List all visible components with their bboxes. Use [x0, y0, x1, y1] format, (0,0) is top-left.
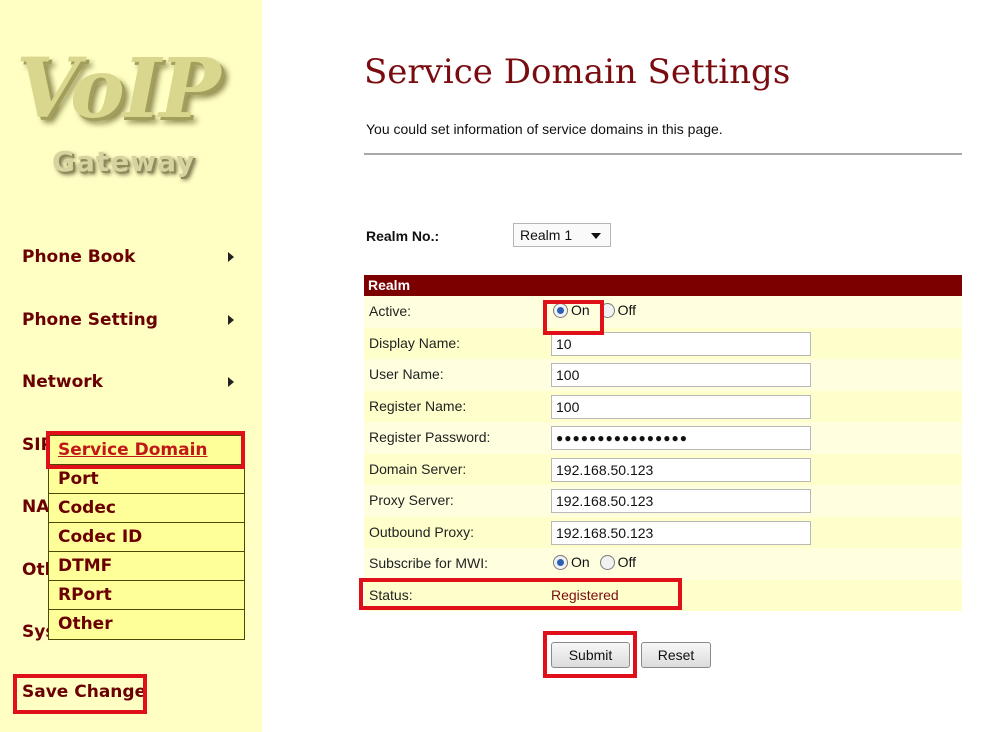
- menu-item-phone-setting[interactable]: Phone Setting: [22, 308, 240, 332]
- subscribe-mwi-label: Subscribe for MWI:: [369, 555, 489, 571]
- arrow-right-icon: [228, 377, 234, 387]
- display-name-input[interactable]: 10: [551, 331, 811, 356]
- chevron-down-icon: [591, 233, 601, 239]
- domain-server-row: Domain Server: 192.168.50.123: [364, 453, 962, 485]
- domain-server-input[interactable]: 192.168.50.123: [551, 457, 811, 482]
- arrow-right-icon: [228, 252, 234, 262]
- realm-settings-table: Realm Active: On Off Display Name: 10 Us…: [364, 275, 962, 611]
- sip-submenu: Service Domain Port Codec Codec ID DTMF …: [48, 435, 245, 640]
- active-on-radio[interactable]: [553, 303, 568, 318]
- register-name-row: Register Name: 100: [364, 390, 962, 422]
- subscribe-mwi-row: Subscribe for MWI: On Off: [364, 548, 962, 580]
- menu-item-phone-book[interactable]: Phone Book: [22, 245, 240, 269]
- save-change-link[interactable]: Save Change: [22, 682, 146, 702]
- submenu-item-port[interactable]: Port: [49, 465, 244, 494]
- status-row: Status: Registered: [364, 579, 962, 611]
- subscribe-mwi-off-radio[interactable]: [599, 555, 615, 570]
- logo-title: VoIP: [16, 41, 221, 137]
- menu-item-label: Phone Setting: [22, 310, 158, 330]
- active-off-label: Off: [617, 302, 636, 318]
- sidebar: VoIP Gateway Phone Book Phone Setting Ne…: [0, 0, 262, 732]
- user-name-input[interactable]: 100: [551, 363, 811, 387]
- menu-item-network[interactable]: Network: [22, 370, 240, 394]
- user-name-label: User Name:: [369, 366, 444, 382]
- submenu-item-codec[interactable]: Codec: [49, 494, 244, 523]
- subscribe-mwi-radio-group: On Off: [553, 554, 642, 570]
- active-radio-group: On Off: [553, 302, 642, 318]
- voip-gateway-logo: VoIP Gateway: [14, 48, 246, 188]
- proxy-server-row: Proxy Server: 192.168.50.123: [364, 485, 962, 517]
- register-password-label: Register Password:: [369, 429, 491, 445]
- subscribe-mwi-off-label: Off: [617, 554, 636, 570]
- register-password-input[interactable]: ●●●●●●●●●●●●●●●●: [551, 426, 811, 450]
- logo-subtitle: Gateway: [52, 145, 196, 178]
- subscribe-mwi-on-radio[interactable]: [553, 555, 568, 570]
- status-value: Registered: [551, 586, 619, 603]
- menu-item-label: Phone Book: [22, 247, 136, 267]
- submenu-item-service-domain[interactable]: Service Domain: [49, 436, 244, 465]
- realm-no-label: Realm No.:: [366, 228, 440, 244]
- subscribe-mwi-on-label: On: [571, 554, 590, 570]
- proxy-server-input[interactable]: 192.168.50.123: [551, 489, 811, 513]
- divider: [364, 153, 962, 155]
- menu-item-label: Network: [22, 372, 103, 392]
- submenu-item-rport[interactable]: RPort: [49, 581, 244, 610]
- active-off-radio[interactable]: [599, 303, 615, 318]
- active-on-label: On: [571, 302, 590, 318]
- register-password-row: Register Password: ●●●●●●●●●●●●●●●●: [364, 422, 962, 454]
- outbound-proxy-input[interactable]: 192.168.50.123: [551, 520, 811, 545]
- outbound-proxy-row: Outbound Proxy: 192.168.50.123: [364, 516, 962, 548]
- active-row: Active: On Off: [364, 296, 962, 328]
- register-name-label: Register Name:: [369, 397, 467, 414]
- display-name-row: Display Name: 10: [364, 327, 962, 359]
- active-label: Active:: [369, 303, 412, 319]
- register-name-input[interactable]: 100: [551, 394, 811, 419]
- submenu-item-dtmf[interactable]: DTMF: [49, 552, 244, 581]
- submit-button[interactable]: Submit: [551, 642, 630, 668]
- submenu-item-other[interactable]: Other: [49, 610, 244, 639]
- domain-server-label: Domain Server:: [369, 460, 467, 477]
- realm-header: Realm: [364, 275, 962, 296]
- reset-button[interactable]: Reset: [641, 642, 711, 668]
- outbound-proxy-label: Outbound Proxy:: [369, 523, 475, 540]
- user-name-row: User Name: 100: [364, 359, 962, 391]
- realm-select[interactable]: Realm 1: [513, 223, 611, 247]
- proxy-server-label: Proxy Server:: [369, 492, 454, 508]
- arrow-right-icon: [228, 315, 234, 325]
- status-label: Status:: [369, 586, 413, 603]
- page-title: Service Domain Settings: [364, 52, 791, 92]
- page-description: You could set information of service dom…: [366, 121, 723, 137]
- realm-select-value: Realm 1: [520, 227, 573, 243]
- display-name-label: Display Name:: [369, 334, 461, 351]
- submenu-item-codec-id[interactable]: Codec ID: [49, 523, 244, 552]
